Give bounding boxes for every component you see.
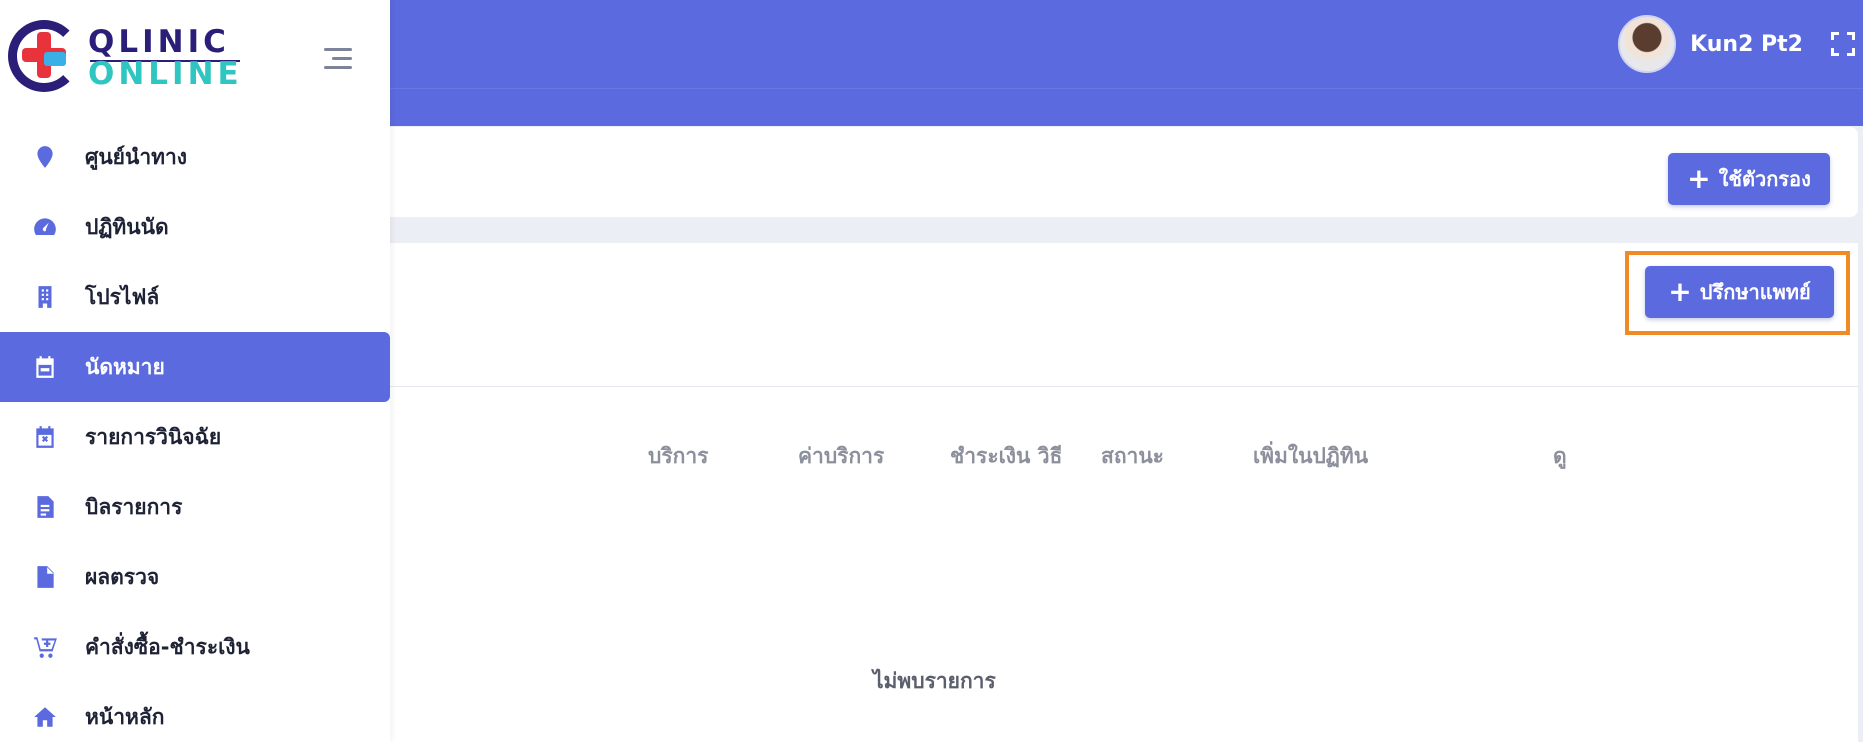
empty-state-message: ไม่พบรายการ [873,669,996,693]
sidebar-item-label: ศูนย์นำทาง [85,144,188,169]
sidebar: QLINIC ONLINE ศูนย์นำทาง ปฏิทินนัด โปรไฟ… [0,0,390,742]
home-icon [30,702,60,732]
calendar-icon [30,352,60,382]
sidebar-item-results[interactable]: ผลตรวจ [0,542,390,612]
sidebar-item-label: บิลรายการ [85,494,183,519]
sidebar-item-home[interactable]: หน้าหลัก [0,682,390,742]
sidebar-item-calendar[interactable]: ปฏิทินนัด [0,192,390,262]
column-header-view[interactable]: ดู [1553,440,1567,473]
logo[interactable]: QLINIC ONLINE [8,20,248,92]
plus-icon: + [1687,162,1711,195]
sidebar-item-label: หน้าหลัก [85,704,165,729]
sidebar-item-label: รายการวินิจฉัย [85,424,222,449]
consult-doctor-button[interactable]: + ปรึกษาแพทย์ [1645,266,1834,318]
column-header-payment-method[interactable]: ชำระเงิน วิธี [950,440,1062,473]
plus-icon: + [1668,275,1692,308]
avatar[interactable] [1618,15,1677,73]
sidebar-item-navigation-center[interactable]: ศูนย์นำทาง [0,122,390,192]
file-icon [30,562,60,592]
sidebar-item-label: ปฏิทินนัด [85,214,169,239]
invoice-icon [30,492,60,522]
sidebar-item-orders-payment[interactable]: คำสั่งซื้อ-ชำระเงิน [0,612,390,682]
fullscreen-icon[interactable] [1831,32,1855,56]
user-name[interactable]: Kun2 Pt2 [1690,32,1803,57]
map-pin-icon [30,142,60,172]
sidebar-item-appointments[interactable]: นัดหมาย [0,332,390,402]
filter-card [360,127,1858,217]
column-header-service[interactable]: บริการ [648,440,708,473]
logo-text-top: QLINIC [88,24,230,60]
column-header-fee[interactable]: ค่าบริการ [798,440,884,473]
sidebar-item-diagnosis[interactable]: รายการวินิจฉัย [0,402,390,472]
consult-doctor-label: ปรึกษาแพทย์ [1699,280,1811,304]
apply-filter-label: ใช้ตัวกรอง [1718,167,1811,191]
sidebar-item-label: คำสั่งซื้อ-ชำระเงิน [85,634,250,659]
sidebar-item-label: ผลตรวจ [85,564,160,589]
menu-toggle-icon[interactable] [322,48,352,70]
logo-text-bottom: ONLINE [88,56,243,92]
speedometer-icon [30,212,60,242]
sidebar-item-label: โปรไฟล์ [85,284,160,309]
sidebar-item-bills[interactable]: บิลรายการ [0,472,390,542]
cart-plus-icon [30,632,60,662]
column-header-status[interactable]: สถานะ [1101,440,1164,473]
column-header-add-calendar[interactable]: เพิ่มในปฏิทิน [1253,440,1368,473]
user-menu[interactable]: Kun2 Pt2 [1618,14,1863,74]
sidebar-item-profile[interactable]: โปรไฟล์ [0,262,390,332]
divider [360,386,1858,387]
sidebar-item-label: นัดหมาย [85,354,165,379]
calendar-x-icon [30,422,60,452]
apply-filter-button[interactable]: + ใช้ตัวกรอง [1668,153,1830,205]
building-icon [30,282,60,312]
sidebar-nav: ศูนย์นำทาง ปฏิทินนัด โปรไฟล์ นัดหมาย ราย… [0,122,390,742]
